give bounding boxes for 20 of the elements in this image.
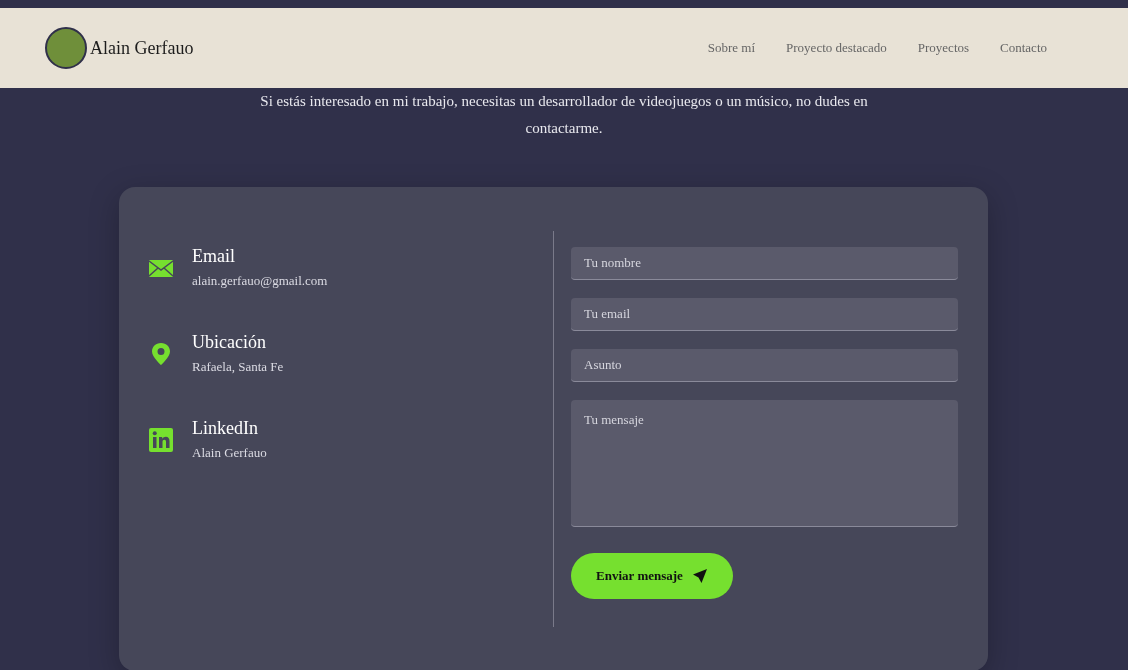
contact-title: LinkedIn bbox=[192, 418, 259, 439]
message-field[interactable]: Tu mensaje bbox=[571, 400, 958, 527]
text-field[interactable]: Tu nombre bbox=[571, 247, 958, 280]
intro-text: Si estás interesado en mi trabajo, necesitas un desarrollador de videojuegos o un músico, no dudes en contactarme. bbox=[259, 92, 869, 138]
nav-link[interactable]: Proyectos bbox=[917, 40, 970, 56]
site-name[interactable]: Alain Gerfauo bbox=[90, 37, 194, 59]
nav-link[interactable]: Sobre mí bbox=[707, 40, 756, 56]
text-field[interactable]: Asunto bbox=[571, 349, 958, 382]
send-message-button[interactable]: Enviar mensaje bbox=[571, 553, 733, 599]
nav-link[interactable]: Proyecto destacado bbox=[786, 40, 887, 56]
contact-title: Ubicación bbox=[192, 332, 267, 353]
contact-value: Rafaela, Santa Fe bbox=[192, 359, 284, 375]
contact-value: alain.gerfauo@gmail.com bbox=[192, 273, 328, 289]
linkedin-icon bbox=[148, 426, 174, 453]
paper-plane-icon bbox=[691, 568, 708, 584]
contact-title: Email bbox=[192, 246, 236, 267]
text-field[interactable]: Tu email bbox=[571, 298, 958, 331]
nav-link[interactable]: Contacto bbox=[1000, 40, 1047, 56]
avatar-photo-placeholder bbox=[45, 27, 87, 69]
contact-value: Alain Gerfauo bbox=[192, 445, 267, 461]
